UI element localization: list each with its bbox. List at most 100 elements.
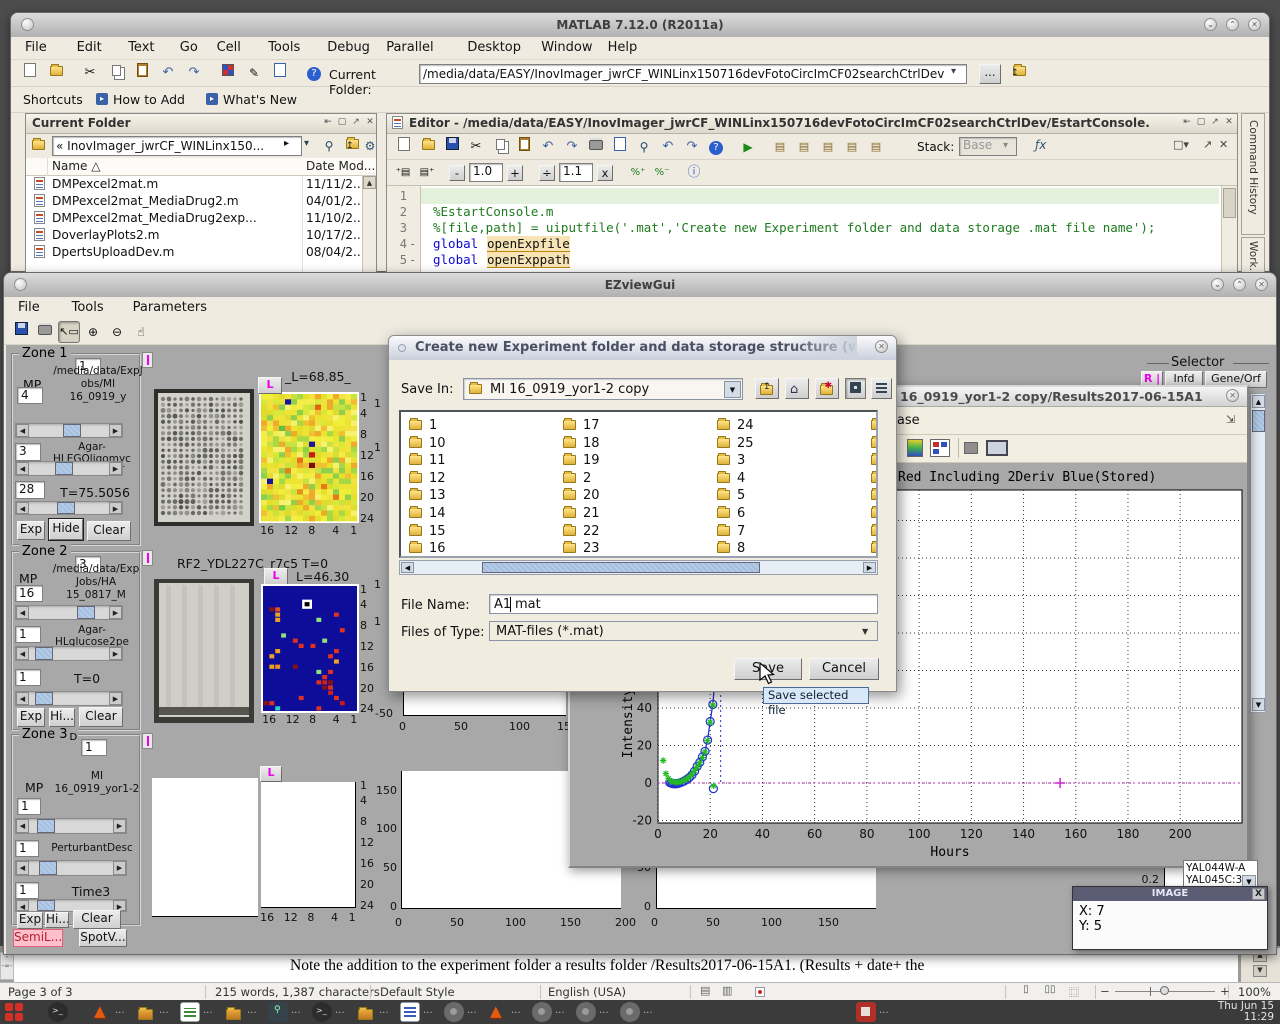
taskbar-item-folder[interactable]: ... <box>224 1001 264 1023</box>
taskbar-item-app-gray[interactable]: ... <box>444 1001 484 1023</box>
slider-thumb[interactable] <box>57 502 75 514</box>
menu-window[interactable]: Window <box>541 40 592 55</box>
table-row[interactable]: DoverlayPlots2.m10/17/2... <box>26 227 376 244</box>
cut-button[interactable]: ✂ <box>79 62 101 84</box>
folder-item[interactable] <box>871 540 878 556</box>
folder-item[interactable] <box>871 523 878 539</box>
minimize-icon[interactable]: ⌄ <box>1211 278 1224 291</box>
slider[interactable]: ◀▶ <box>15 501 123 515</box>
tab-command-history[interactable]: Command History <box>1241 113 1265 235</box>
undo-button[interactable]: ↶ <box>657 136 679 158</box>
slider-left-icon[interactable]: ◀ <box>16 647 29 660</box>
slider-right-icon[interactable]: ▶ <box>109 692 122 705</box>
clock[interactable]: Thu Jun 15 11:29 <box>1218 1001 1274 1023</box>
decrease-button[interactable]: - <box>449 165 465 181</box>
menu-go[interactable]: Go <box>180 40 198 55</box>
run-button[interactable]: ▶ <box>737 136 759 158</box>
address-input[interactable]: « InovImager_jwrCF_WINLinx150... <box>52 136 302 156</box>
slider-thumb[interactable] <box>37 900 55 911</box>
copy-button[interactable] <box>489 136 511 158</box>
print-button[interactable] <box>34 321 56 343</box>
folder-item[interactable]: 1 <box>409 417 549 433</box>
folder-item[interactable]: 11 <box>409 452 549 468</box>
heatmap-zone2[interactable] <box>263 586 357 711</box>
gear-button[interactable]: ⚙ <box>362 135 378 157</box>
book-view-icon[interactable]: ⿴ <box>1064 984 1084 998</box>
cell-tool-button[interactable]: ▤ <box>817 136 839 158</box>
slider-left-icon[interactable]: ◀ <box>16 900 29 911</box>
shortcut-item[interactable]: What's New <box>223 92 323 108</box>
new-doc-button[interactable] <box>393 136 415 158</box>
popout-icon[interactable]: ↗ <box>350 117 362 131</box>
menu-text[interactable]: Text <box>128 40 154 55</box>
folder-item[interactable]: 6 <box>717 505 857 521</box>
folder-item[interactable]: 3 <box>717 452 857 468</box>
time-index-field[interactable]: 28 <box>15 481 45 499</box>
slider-right-icon[interactable]: ▶ <box>109 606 122 619</box>
mp-value-field[interactable]: 1 <box>17 798 41 815</box>
semilog-button[interactable]: SemiL... <box>13 929 63 947</box>
redo-button[interactable]: ↷ <box>561 136 583 158</box>
folder-item[interactable]: 15 <box>409 523 549 539</box>
menu-help[interactable]: Help <box>608 40 638 55</box>
up-folder-button[interactable]: ↥ <box>342 135 362 157</box>
maximize-icon[interactable]: ⌃ <box>1233 278 1246 291</box>
scroll-down-icon[interactable]: ▼ <box>1252 698 1265 711</box>
close-icon[interactable]: ✕ <box>875 340 888 353</box>
figure-handle-icon[interactable] <box>142 352 153 368</box>
paste-button[interactable] <box>131 62 153 84</box>
taskbar-item-app-gray[interactable]: ... <box>576 1001 616 1023</box>
maximize-icon[interactable]: ▢ <box>1195 117 1207 131</box>
slider-left-icon[interactable]: ◀ <box>16 502 29 514</box>
close-icon[interactable]: X <box>1252 888 1265 900</box>
folder-item[interactable]: 17 <box>563 417 703 433</box>
cancel-button[interactable]: Cancel <box>809 658 879 680</box>
folder-item[interactable] <box>871 452 878 468</box>
browse-button[interactable]: ... <box>979 64 1001 84</box>
folder-item[interactable] <box>871 435 878 451</box>
close-icon[interactable]: ✕ <box>1248 18 1261 31</box>
divide-button[interactable]: ÷ <box>539 165 555 181</box>
scroll-thumb[interactable] <box>1223 188 1236 218</box>
folder-item[interactable]: 10 <box>409 435 549 451</box>
files-of-type-dropdown[interactable]: MAT-files (*.mat)▼ <box>489 621 878 641</box>
print-button[interactable] <box>585 136 607 158</box>
cell-tool-button[interactable]: ▤ <box>841 136 863 158</box>
folder-item[interactable]: 21 <box>563 505 703 521</box>
chevron-right-icon[interactable]: ▸ <box>284 138 294 152</box>
code-line[interactable]: %EstartConsole.m <box>421 204 1219 220</box>
scroll-down-icon[interactable]: ▼ <box>1253 965 1267 977</box>
new-doc-button[interactable] <box>19 62 41 84</box>
matlab-titlebar[interactable]: MATLAB 7.12.0 (R2011a) ⌄ ⌃ ✕ <box>11 13 1269 37</box>
scroll-thumb[interactable] <box>482 562 760 573</box>
mp-value-field[interactable]: 16 <box>15 585 43 602</box>
shortcut-icon[interactable]: ▸ <box>96 93 108 105</box>
slider-thumb[interactable] <box>35 647 53 660</box>
taskbar-item-folder[interactable]: ... <box>356 1001 396 1023</box>
code-line[interactable] <box>421 188 1219 204</box>
window-menu-icon[interactable] <box>21 18 34 31</box>
menu-edit[interactable]: Edit <box>77 40 102 55</box>
empty-plot-zone3b[interactable] <box>261 782 356 908</box>
close-icon[interactable]: ✕ <box>1223 117 1235 131</box>
slider-right-icon[interactable]: ▶ <box>109 502 122 514</box>
zone-index-field[interactable]: 1 <box>81 739 107 756</box>
slider-left-icon[interactable]: ◀ <box>16 861 29 875</box>
report-button[interactable] <box>609 136 631 158</box>
plate-photo-2[interactable] <box>154 579 254 723</box>
undock-icon[interactable]: ⇤ <box>322 117 334 131</box>
chevron-down-icon[interactable]: ▾ <box>951 66 965 82</box>
folder-item[interactable]: 8 <box>717 540 857 556</box>
log-toggle-button[interactable]: L <box>264 568 288 585</box>
hi-button[interactable]: Hi... <box>45 912 69 928</box>
slider-right-icon[interactable]: ▶ <box>113 861 126 875</box>
menu-cell[interactable]: Cell <box>217 40 241 55</box>
open-folder-button[interactable] <box>417 136 439 158</box>
up-folder-button[interactable]: ↥ <box>755 378 779 399</box>
status-item[interactable]: English (USA) <box>548 985 748 999</box>
menu-debug[interactable]: Debug <box>327 40 370 55</box>
folder-list[interactable]: 1101112131415161718192202122232425345678 <box>399 410 878 558</box>
list-item[interactable]: YAL045C:3: <box>1186 874 1242 886</box>
scroll-up-icon[interactable]: ▲ <box>363 176 376 189</box>
time-index-field[interactable]: 1 <box>15 882 39 899</box>
